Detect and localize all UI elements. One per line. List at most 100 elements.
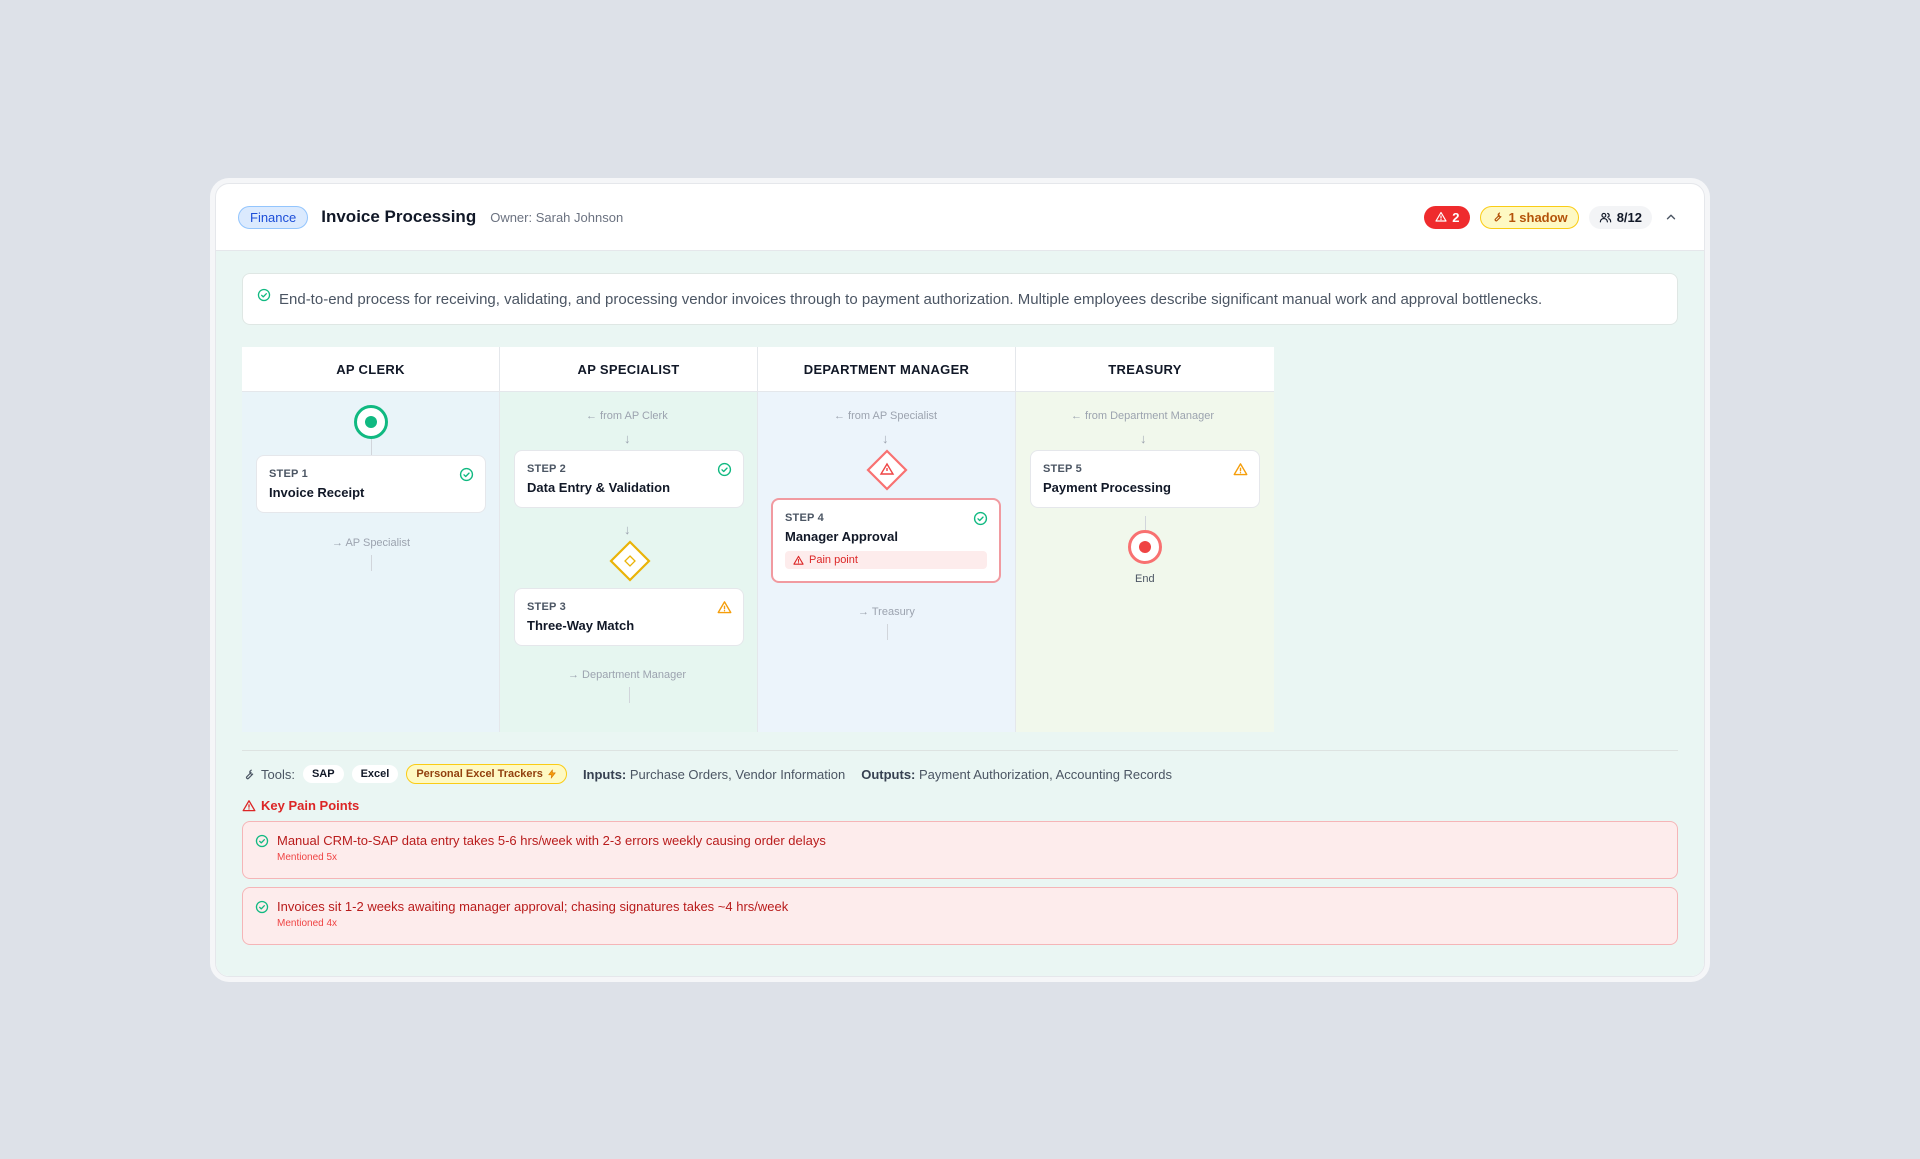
- step-card-2[interactable]: STEP 2 Data Entry & Validation: [514, 450, 744, 508]
- lane-header: TREASURY: [1016, 347, 1274, 392]
- pain-points-title: Key Pain Points: [261, 798, 360, 813]
- users-icon: [1599, 211, 1612, 224]
- outputs-info: Outputs: Payment Authorization, Accounti…: [861, 767, 1172, 782]
- lane-body: ← from Department Manager ↓ STEP 5 Payme…: [1016, 392, 1274, 732]
- pain-point-mentions: Mentioned 4x: [277, 918, 338, 929]
- shadow-tool-label: Personal Excel Trackers: [416, 768, 543, 780]
- triangle-alert-icon: [242, 799, 256, 813]
- lane-body: ← from AP Clerk ↓ STEP 2 Data Entry & Va…: [500, 392, 757, 732]
- coverage-badge[interactable]: 8/12: [1588, 205, 1652, 229]
- warning-triangle-icon: [1233, 462, 1248, 477]
- decision-alert-diamond-icon[interactable]: [865, 448, 909, 497]
- lightning-icon: [547, 769, 557, 779]
- handoff-label: → Treasury: [858, 606, 915, 618]
- check-circle-icon: [973, 511, 988, 526]
- process-title: Invoice Processing: [321, 207, 477, 226]
- check-circle-icon: [255, 834, 269, 848]
- lane-header: AP SPECIALIST: [500, 347, 757, 392]
- step-number: STEP 5: [1043, 463, 1082, 475]
- step-card-3[interactable]: STEP 3 Three-Way Match: [514, 588, 744, 646]
- pain-point-item[interactable]: Invoices sit 1-2 weeks awaiting manager …: [242, 887, 1678, 945]
- outputs-label: Outputs:: [861, 766, 916, 782]
- tool-chip-sap[interactable]: SAP: [302, 765, 344, 783]
- lane-header: DEPARTMENT MANAGER: [758, 347, 1015, 392]
- step-card-4[interactable]: STEP 4 Manager Approval Pain point: [771, 498, 1001, 583]
- header-badges: 2 1 shadow 8/12: [1424, 205, 1678, 229]
- arrow-down-icon: ↓: [624, 522, 631, 537]
- triangle-alert-icon: [793, 555, 804, 566]
- step-name: Invoice Receipt: [269, 485, 365, 500]
- shadow-badge[interactable]: 1 shadow: [1480, 205, 1579, 229]
- inputs-value: Purchase Orders, Vendor Information: [629, 766, 846, 782]
- connector: [371, 555, 372, 571]
- incoming-label: ← from AP Clerk: [586, 410, 668, 422]
- pain-point-label: Pain point: [809, 554, 858, 566]
- process-card: Finance Invoice Processing Owner: Sarah …: [215, 183, 1705, 977]
- incoming-label: ← from Department Manager: [1071, 410, 1215, 422]
- shadow-tool-chip[interactable]: Personal Excel Trackers: [406, 764, 567, 784]
- inputs-info: Inputs: Purchase Orders, Vendor Informat…: [583, 767, 845, 782]
- step-number: STEP 3: [527, 601, 566, 613]
- alert-count: 2: [1452, 209, 1460, 225]
- swimlane-diagram: AP CLERK STEP 1 Invoice Receipt → AP Spe…: [242, 347, 1276, 732]
- card-body: End-to-end process for receiving, valida…: [216, 251, 1704, 976]
- connector: [887, 624, 888, 640]
- alert-badge[interactable]: 2: [1424, 205, 1471, 229]
- end-label: End: [1135, 573, 1155, 585]
- end-node[interactable]: [1128, 530, 1162, 564]
- pain-point-tag: Pain point: [785, 551, 987, 569]
- lane-ap-specialist: AP SPECIALIST ← from AP Clerk ↓ STEP 2 D…: [500, 347, 758, 732]
- handoff-label: → Department Manager: [568, 669, 686, 681]
- check-circle-icon: [255, 900, 269, 914]
- lane-body: STEP 1 Invoice Receipt → AP Specialist: [242, 392, 499, 732]
- step-name: Payment Processing: [1043, 480, 1171, 495]
- pain-point-mentions: Mentioned 5x: [277, 852, 338, 863]
- step-number: STEP 1: [269, 468, 308, 480]
- step-name: Data Entry & Validation: [527, 480, 671, 495]
- lane-department-manager: DEPARTMENT MANAGER ← from AP Specialist …: [758, 347, 1016, 732]
- step-card-1[interactable]: STEP 1 Invoice Receipt: [256, 455, 486, 513]
- warning-triangle-icon: [717, 600, 732, 615]
- arrow-down-icon: ↓: [1140, 431, 1147, 446]
- outputs-value: Payment Authorization, Accounting Record…: [919, 766, 1172, 782]
- lane-treasury: TREASURY ← from Department Manager ↓ STE…: [1016, 347, 1274, 732]
- pain-point-text: Manual CRM-to-SAP data entry takes 5-6 h…: [277, 833, 826, 848]
- decision-diamond-icon[interactable]: [608, 539, 652, 588]
- wrench-icon: [1491, 211, 1503, 223]
- department-badge: Finance: [238, 205, 309, 229]
- section-divider: [242, 750, 1678, 751]
- wrench-icon: [242, 768, 255, 781]
- process-meta-row: Tools: SAP Excel Personal Excel Trackers…: [242, 764, 1678, 784]
- tool-chip-excel[interactable]: Excel: [351, 765, 399, 783]
- handoff-label: → AP Specialist: [332, 537, 411, 549]
- lane-header: AP CLERK: [242, 347, 499, 392]
- check-circle-icon: [459, 467, 474, 482]
- connector: [629, 687, 630, 703]
- step-number: STEP 2: [527, 463, 566, 475]
- tools-label: Tools:: [261, 766, 295, 782]
- lane-ap-clerk: AP CLERK STEP 1 Invoice Receipt → AP Spe…: [242, 347, 500, 732]
- incoming-label: ← from AP Specialist: [834, 410, 938, 422]
- process-description: End-to-end process for receiving, valida…: [242, 273, 1678, 325]
- pain-point-item[interactable]: Manual CRM-to-SAP data entry takes 5-6 h…: [242, 821, 1678, 879]
- check-circle-icon: [257, 288, 271, 302]
- card-header[interactable]: Finance Invoice Processing Owner: Sarah …: [216, 184, 1704, 251]
- shadow-label: 1 shadow: [1508, 209, 1568, 225]
- lane-body: ← from AP Specialist ↓ STEP 4 Manager Ap…: [758, 392, 1015, 732]
- pain-points-heading: Key Pain Points: [242, 798, 1678, 813]
- step-number: STEP 4: [785, 512, 824, 524]
- step-card-5[interactable]: STEP 5 Payment Processing: [1030, 450, 1260, 508]
- step-name: Three-Way Match: [527, 618, 635, 633]
- start-node[interactable]: [354, 405, 388, 439]
- triangle-alert-icon: [1435, 211, 1447, 223]
- connector: [1145, 516, 1146, 530]
- check-circle-icon: [717, 462, 732, 477]
- inputs-label: Inputs:: [582, 766, 627, 782]
- step-name: Manager Approval: [785, 529, 898, 544]
- connector: [371, 439, 372, 455]
- pain-point-text: Invoices sit 1-2 weeks awaiting manager …: [277, 899, 789, 914]
- coverage-count: 8/12: [1616, 209, 1642, 225]
- arrow-down-icon: ↓: [624, 431, 631, 446]
- chevron-up-icon[interactable]: [1664, 210, 1678, 224]
- process-owner: Owner: Sarah Johnson: [490, 209, 624, 225]
